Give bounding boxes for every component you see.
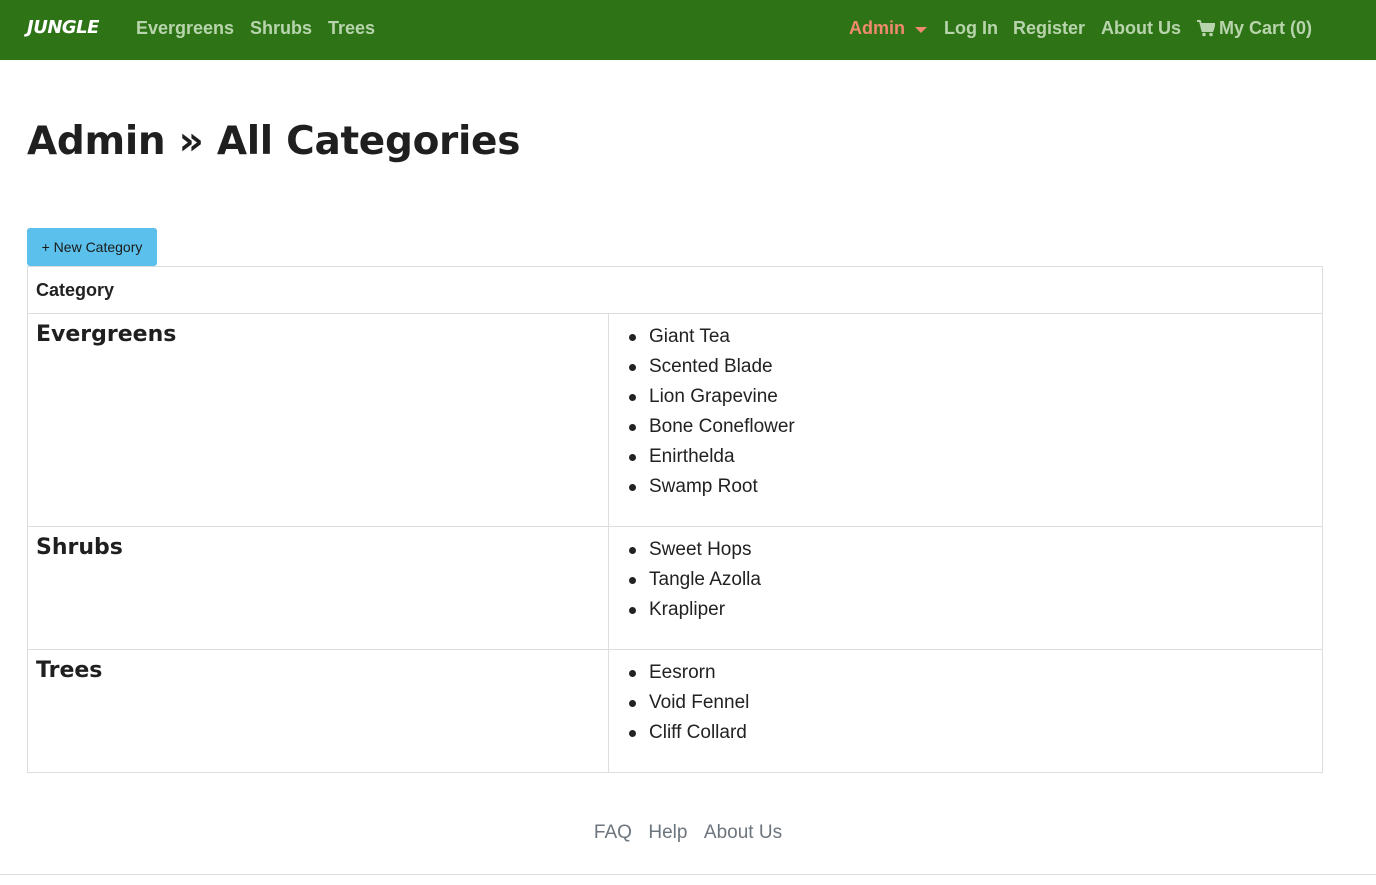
caret-down-icon[interactable] xyxy=(915,27,927,33)
nav-link-about[interactable]: About Us xyxy=(1101,18,1181,39)
category-name: Shrubs xyxy=(36,535,123,560)
product-item: Tangle Azolla xyxy=(629,568,761,598)
product-item: Swamp Root xyxy=(629,475,795,505)
table-header: Category xyxy=(28,267,1322,314)
table-row: Evergreens Giant Tea Scented Blade Lion … xyxy=(28,314,1322,527)
product-item: Sweet Hops xyxy=(629,538,761,568)
product-item: Enirthelda xyxy=(629,445,795,475)
nav-admin-dropdown[interactable]: Admin xyxy=(849,18,905,39)
nav-link-shrubs[interactable]: Shrubs xyxy=(250,18,312,39)
category-name: Evergreens xyxy=(36,322,177,347)
navbar: JUNGLE Evergreens Shrubs Trees Admin Log… xyxy=(0,0,1376,60)
product-item: Lion Grapevine xyxy=(629,385,795,415)
product-item: Scented Blade xyxy=(629,355,795,385)
table-row: Trees Eesrorn Void Fennel Cliff Collard xyxy=(28,650,1322,772)
nav-link-cart[interactable]: My Cart (0) xyxy=(1219,18,1312,39)
product-list: Sweet Hops Tangle Azolla Krapliper xyxy=(629,538,761,628)
product-list: Eesrorn Void Fennel Cliff Collard xyxy=(628,661,749,751)
category-name: Trees xyxy=(36,658,103,683)
nav-link-register[interactable]: Register xyxy=(1013,18,1085,39)
product-item: Eesrorn xyxy=(628,661,749,691)
nav-link-login[interactable]: Log In xyxy=(944,18,998,39)
nav-link-trees[interactable]: Trees xyxy=(328,18,375,39)
categories-table: Category Evergreens Giant Tea Scented Bl… xyxy=(27,266,1323,773)
column-divider xyxy=(608,650,609,772)
product-list: Giant Tea Scented Blade Lion Grapevine B… xyxy=(629,325,795,505)
column-divider xyxy=(608,527,609,649)
product-item: Giant Tea xyxy=(629,325,795,355)
footer-link-help[interactable]: Help xyxy=(648,822,687,843)
table-row: Shrubs Sweet Hops Tangle Azolla Kraplipe… xyxy=(28,527,1322,650)
footer-link-faq[interactable]: FAQ xyxy=(594,822,632,843)
product-item: Void Fennel xyxy=(628,691,749,721)
page-title: Admin » All Categories xyxy=(27,119,521,164)
footer-divider xyxy=(0,874,1376,875)
column-header-category: Category xyxy=(36,280,115,300)
new-category-button[interactable]: + New Category xyxy=(27,228,157,266)
product-item: Krapliper xyxy=(629,598,761,628)
footer-link-about[interactable]: About Us xyxy=(704,822,782,843)
shopping-cart-icon[interactable] xyxy=(1197,20,1215,37)
product-item: Cliff Collard xyxy=(628,721,749,751)
product-item: Bone Coneflower xyxy=(629,415,795,445)
nav-link-evergreens[interactable]: Evergreens xyxy=(136,18,234,39)
brand-logo[interactable]: JUNGLE xyxy=(27,17,99,38)
column-divider xyxy=(608,314,609,526)
footer: FAQ Help About Us xyxy=(0,822,1376,844)
